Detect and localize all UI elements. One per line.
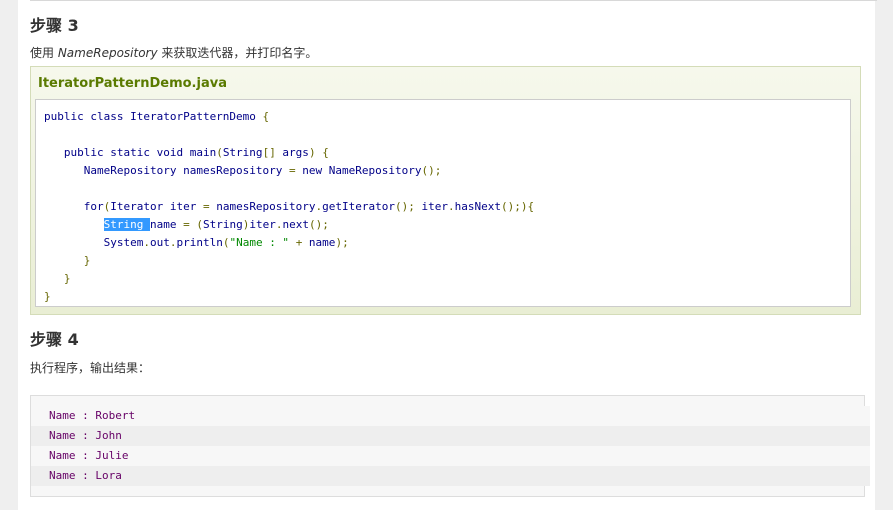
selected-text: String [103,218,150,231]
step4-heading: 步骤 4 [30,330,79,349]
step3-desc-suffix: 来获取迭代器，并打印名字。 [157,46,318,60]
code-block[interactable]: public class IteratorPatternDemo { publi… [35,99,851,307]
code-example-panel: IteratorPatternDemo.java public class It… [30,66,861,315]
code-line: String name = (String)iter.next(); [103,218,329,231]
output-line: Name : Julie [31,446,870,466]
output-line: Name : John [31,426,870,446]
step3-desc-classname: NameRepository [57,46,158,60]
code-content[interactable]: public class IteratorPatternDemo { publi… [44,108,534,306]
step4-description: 执行程序，输出结果： [30,361,151,375]
code-line: System.out.println("Name : " + name); [44,236,349,249]
code-line: } [63,272,71,285]
content-page: 步骤 3 使用 NameRepository 来获取迭代器，并打印名字。 Ite… [18,0,877,510]
code-line: } [83,254,91,267]
code-line: for(Iterator iter = namesRepository.getI… [44,200,535,213]
code-line: } [44,290,51,303]
output-line: Name : Lora [31,466,870,486]
code-example-filename: IteratorPatternDemo.java [38,76,227,91]
divider [30,0,877,1]
step3-desc-prefix: 使用 [30,46,58,60]
code-line: NameRepository namesRepository = new Nam… [44,164,442,177]
step3-heading: 步骤 3 [30,16,79,35]
code-line: public static void main(String[] args) { [44,146,329,159]
step3-description: 使用 NameRepository 来获取迭代器，并打印名字。 [30,44,317,61]
output-block[interactable]: Name : Robert Name : John Name : Julie Name… [30,395,870,497]
output-line: Name : Robert [31,406,870,426]
code-line: public class IteratorPatternDemo { [44,110,270,123]
